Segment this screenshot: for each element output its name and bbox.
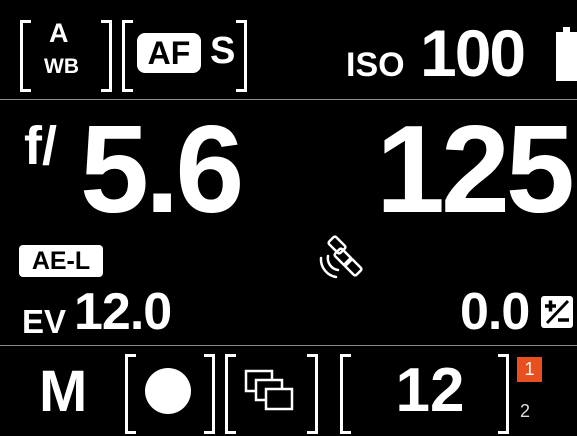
ev-label: EV	[22, 303, 67, 340]
ae-lock-badge: AE-L	[19, 245, 103, 277]
drive-bracket-left	[225, 354, 236, 434]
wb-bottom-label: WB	[44, 55, 79, 78]
iso-label: ISO	[346, 46, 405, 84]
card-slot-active: 1	[517, 357, 542, 382]
continuous-drive-icon	[244, 369, 294, 411]
record-bracket-left	[125, 354, 136, 434]
focus-bracket-left	[122, 20, 133, 92]
record-bracket-right	[204, 354, 215, 434]
card-slot-other: 2	[520, 401, 531, 421]
iso-value: 100	[420, 16, 526, 90]
top-divider	[0, 99, 577, 100]
focus-mode-label: S	[210, 30, 236, 72]
exposure-comp-value: 0.0	[460, 283, 530, 341]
satellite-icon	[319, 235, 363, 279]
battery-icon	[556, 27, 577, 81]
shutter-speed-value[interactable]: 125	[376, 108, 577, 232]
shots-remaining-value: 12	[395, 356, 465, 425]
bottom-divider	[0, 345, 577, 346]
focus-bracket-right	[236, 20, 247, 92]
ev-value: 12.0	[74, 283, 172, 341]
aperture-prefix: f/	[24, 116, 57, 176]
wb-bracket-right	[101, 20, 112, 92]
wb-top-label: A	[49, 18, 69, 48]
drive-bracket-right	[307, 354, 318, 434]
plus-minus-icon	[541, 296, 573, 328]
shots-bracket-right	[498, 354, 509, 434]
wb-bracket-left	[20, 20, 31, 92]
shots-bracket-left	[340, 354, 351, 434]
aperture-value: 5.6	[80, 101, 244, 239]
af-badge: AF	[137, 33, 201, 73]
record-circle-icon	[145, 368, 191, 414]
exposure-mode-label[interactable]: M	[39, 360, 87, 424]
